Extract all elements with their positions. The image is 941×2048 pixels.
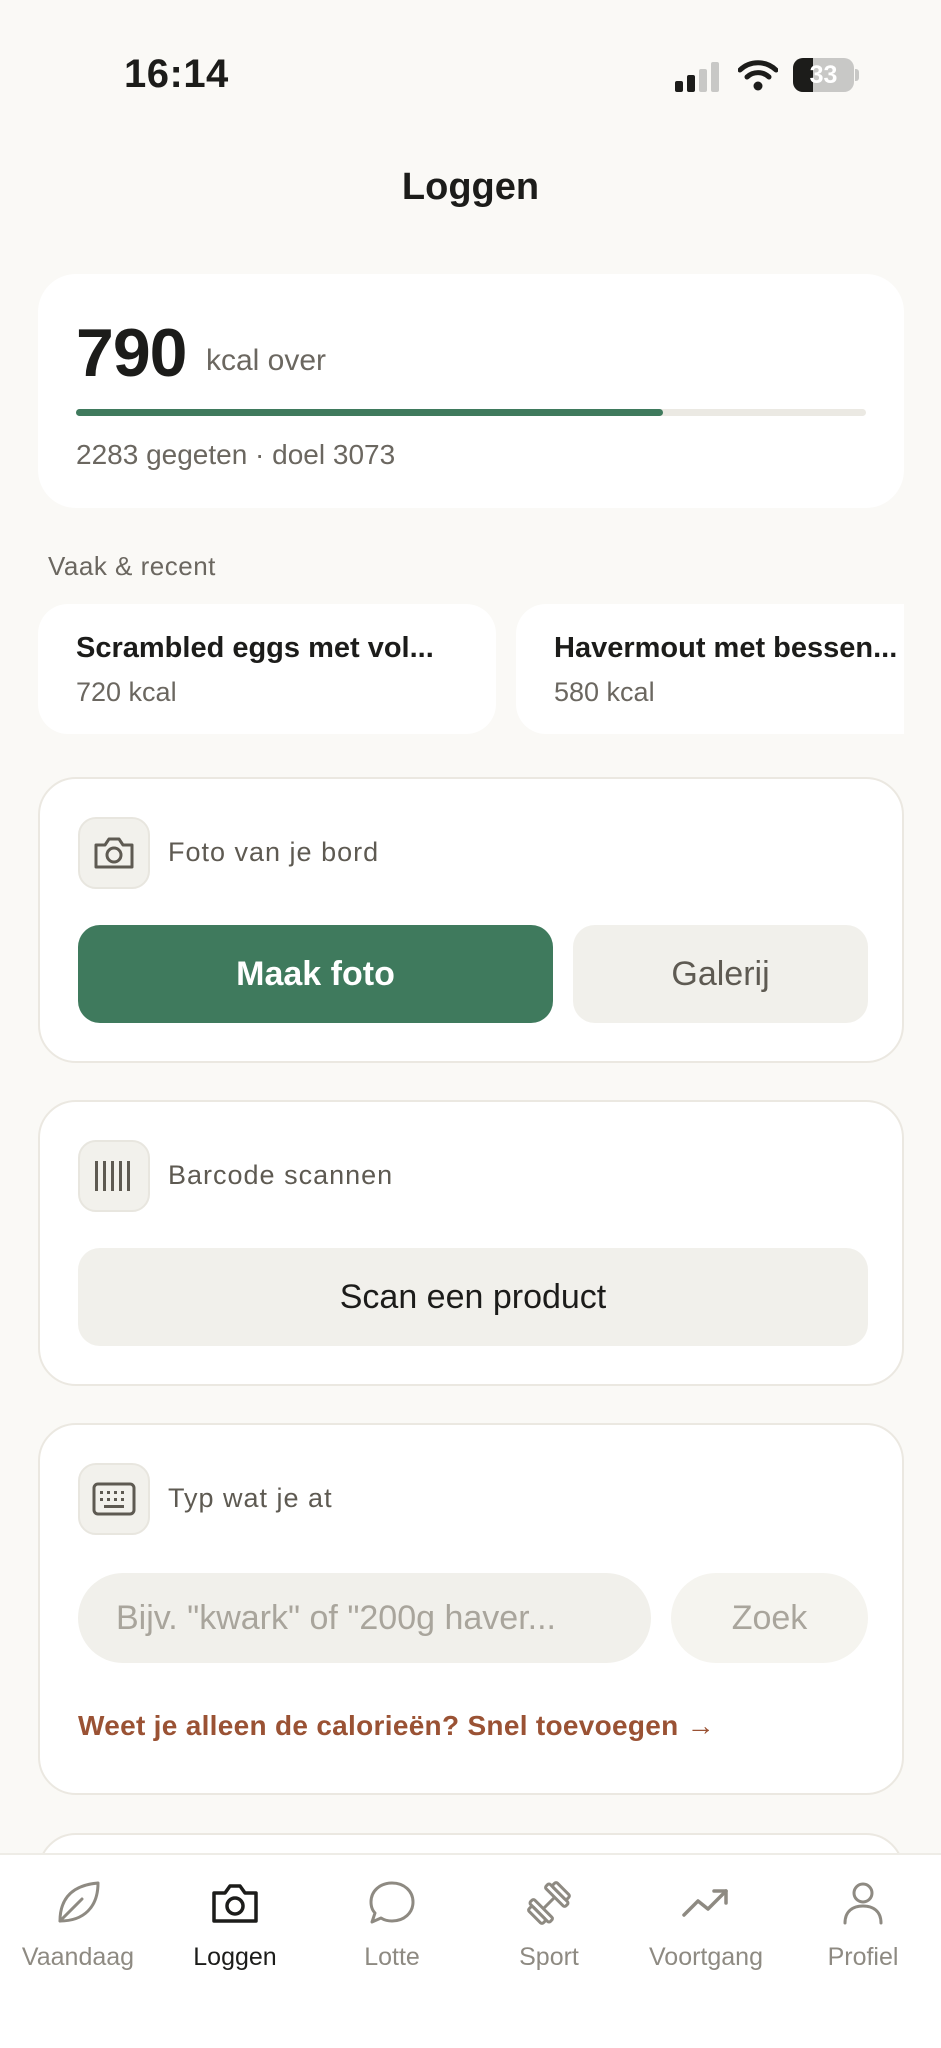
gallery-button[interactable]: Galerij: [573, 925, 868, 1023]
person-icon: [843, 1882, 883, 1925]
nav-label: Profiel: [827, 1943, 899, 1971]
take-photo-button[interactable]: Maak foto: [78, 925, 553, 1023]
text-card-title: Typ wat je at: [168, 1483, 333, 1513]
scan-product-button[interactable]: Scan een product: [78, 1248, 868, 1346]
calorie-remaining-unit: kcal over: [206, 344, 327, 377]
barcode-icon: [78, 1140, 150, 1212]
calorie-progress-bar: [76, 409, 866, 416]
food-search-input[interactable]: Bijv. "kwark" of "200g haver...: [78, 1573, 651, 1663]
recent-item[interactable]: Scrambled eggs met vol... 720 kcal: [38, 604, 496, 734]
nav-label: Voortgang: [649, 1943, 763, 1971]
recent-items-scroller[interactable]: Scrambled eggs met vol... 720 kcal Haver…: [38, 604, 904, 734]
cellular-signal-icon: [675, 62, 719, 92]
nav-item-lotte[interactable]: Lotte: [314, 1877, 470, 1987]
search-button[interactable]: Zoek: [671, 1573, 868, 1663]
nav-item-voortgang[interactable]: Voortgang: [628, 1877, 784, 1987]
bottom-navigation: Vaandaag Loggen Lotte Sport Voortgang Pr…: [0, 1853, 941, 2048]
recent-section-label: Vaak & recent: [48, 551, 216, 581]
keyboard-icon: [78, 1463, 150, 1535]
nav-item-vandaag[interactable]: Vaandaag: [0, 1877, 156, 1987]
status-time: 16:14: [124, 52, 229, 96]
nav-label: Vaandaag: [21, 1943, 135, 1971]
barcode-card-title: Barcode scannen: [168, 1160, 394, 1190]
nav-label: Lotte: [364, 1943, 420, 1971]
photo-card-title: Foto van je bord: [168, 837, 380, 867]
nav-item-profiel[interactable]: Profiel: [785, 1877, 941, 1987]
calorie-summary-subtitle: 2283 gegeten · doel 3073: [76, 439, 396, 470]
photo-log-card: Foto van je bord Maak foto Galerij: [38, 777, 904, 1063]
recent-item-kcal: 580 kcal: [554, 677, 655, 707]
calorie-remaining-value: 790: [76, 315, 187, 391]
quick-add-link[interactable]: Weet je alleen de calorieën? Snel toevoe…: [78, 1710, 715, 1742]
recent-item-kcal: 720 kcal: [76, 677, 177, 707]
recent-item[interactable]: Havermout met bessen... 580 kcal: [516, 604, 904, 734]
calorie-summary-card: 790 kcal over 2283 gegeten · doel 3073: [38, 274, 904, 508]
nav-label: Loggen: [193, 1943, 277, 1971]
status-bar: 16:14 33: [0, 0, 941, 150]
trend-up-icon: [682, 1889, 728, 1917]
text-log-card: Typ wat je at Bijv. "kwark" of "200g hav…: [38, 1423, 904, 1795]
camera-icon: [212, 1884, 258, 1923]
recent-item-name: Scrambled eggs met vol...: [76, 632, 434, 664]
battery-level: 33: [809, 61, 838, 89]
camera-icon: [78, 817, 150, 889]
wifi-icon: [738, 60, 778, 91]
nav-item-loggen[interactable]: Loggen: [157, 1877, 313, 1987]
nav-label: Sport: [519, 1943, 579, 1971]
recent-item-name: Havermout met bessen...: [554, 632, 898, 664]
battery-icon: 33: [793, 58, 859, 92]
chat-bubble-icon: [369, 1881, 415, 1924]
calorie-progress-fill: [76, 409, 663, 416]
leaf-icon: [58, 1881, 100, 1923]
barcode-card: Barcode scannen Scan een product: [38, 1100, 904, 1386]
nav-item-sport[interactable]: Sport: [471, 1877, 627, 1987]
page-title: Loggen: [401, 166, 540, 208]
dumbbell-icon: [527, 1881, 571, 1925]
